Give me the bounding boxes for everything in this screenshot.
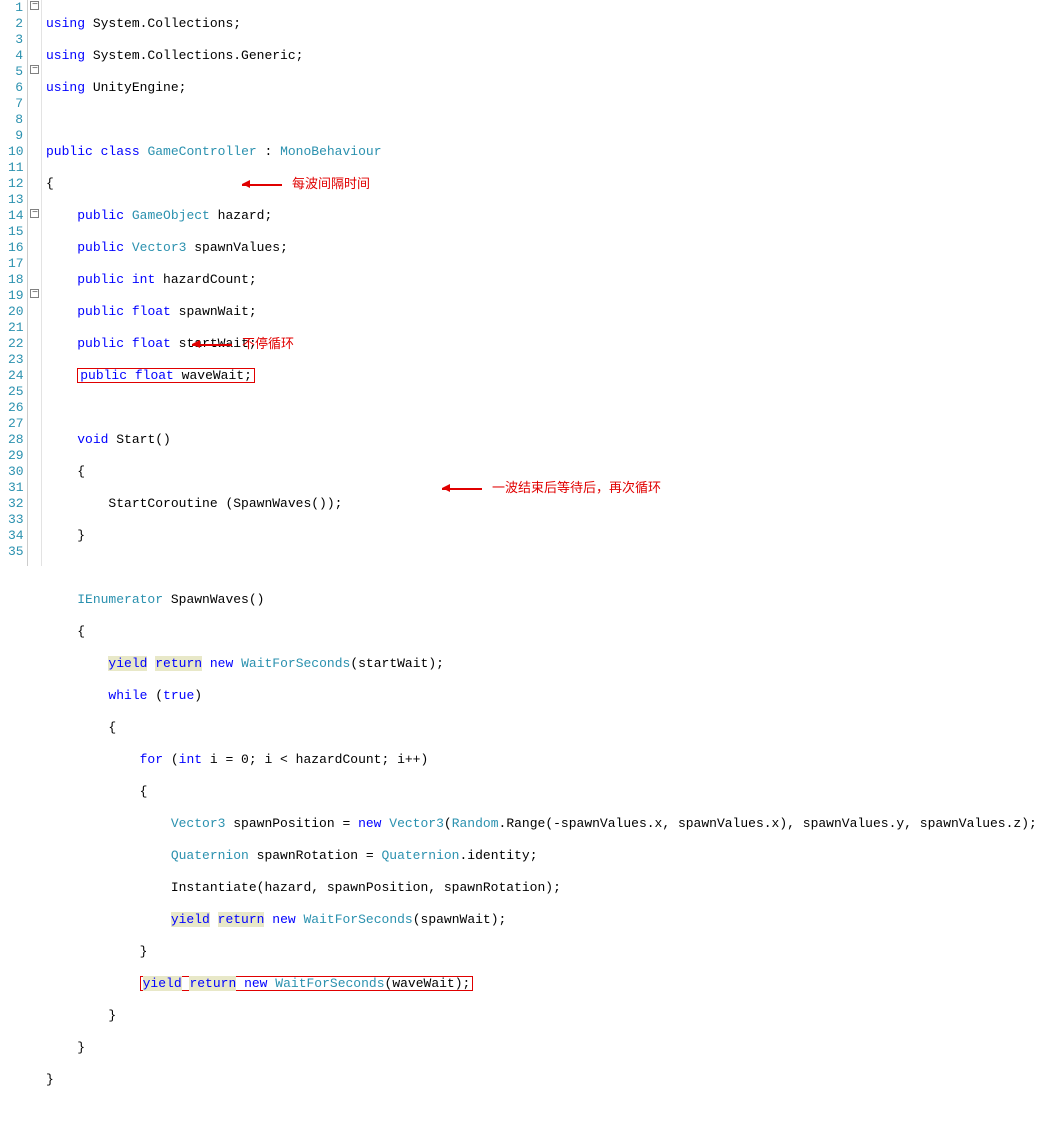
annotation-wavewait: 每波间隔时间 — [292, 176, 370, 192]
fold-toggle[interactable] — [30, 209, 39, 218]
fold-toggle[interactable] — [30, 65, 39, 74]
line-number-gutter: 1234567891011121314151617181920212223242… — [0, 0, 28, 566]
code-editor[interactable]: using System.Collections; using System.C… — [42, 0, 1063, 566]
highlighted-declaration: public float waveWait; — [77, 368, 255, 383]
fold-column — [28, 0, 42, 566]
arrow-head-icon — [442, 484, 450, 492]
fold-toggle[interactable] — [30, 289, 39, 298]
fold-toggle[interactable] — [30, 1, 39, 10]
arrow-head-icon — [192, 340, 200, 348]
highlighted-yield: yield return new WaitForSeconds(waveWait… — [140, 976, 474, 991]
annotation-whiletrue: 不停循环 — [242, 336, 294, 352]
arrow-head-icon — [242, 180, 250, 188]
annotation-waveend: 一波结束后等待后，再次循环 — [492, 480, 661, 496]
